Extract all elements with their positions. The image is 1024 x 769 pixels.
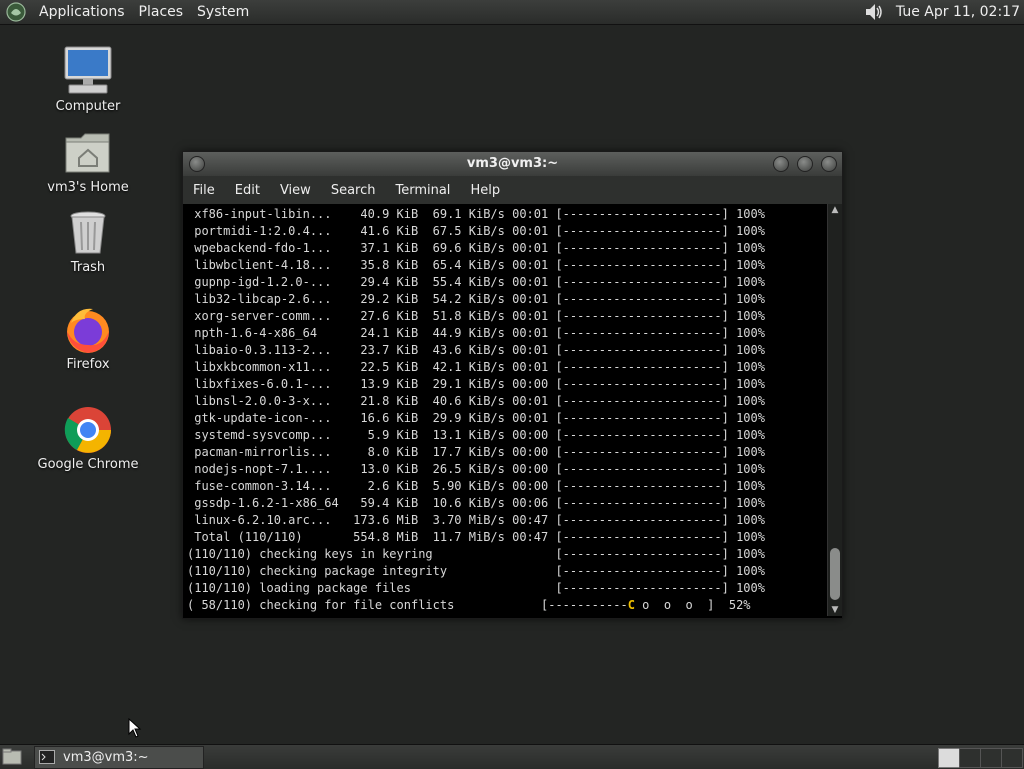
mouse-pointer-icon <box>128 718 142 738</box>
menu-terminal[interactable]: Terminal <box>385 183 460 198</box>
progress-suffix: o o o ] 52% <box>634 598 751 612</box>
bottom-panel: vm3@vm3:~ <box>0 744 1024 769</box>
desktop-icon-label: Firefox <box>66 357 110 372</box>
close-button[interactable] <box>821 156 837 172</box>
progress-prefix: ( 58/110) checking for file conflicts [-… <box>187 598 628 612</box>
terminal-line: gupnp-igd-1.2.0-... 29.4 KiB 55.4 KiB/s … <box>187 275 765 289</box>
distro-logo-icon[interactable] <box>6 2 26 22</box>
terminal-line: libxkbcommon-x11... 22.5 KiB 42.1 KiB/s … <box>187 360 765 374</box>
terminal-line: (110/110) checking keys in keyring [----… <box>187 547 765 561</box>
home-folder-icon <box>65 133 110 173</box>
terminal-line: portmidi-1:2.0.4... 41.6 KiB 67.5 KiB/s … <box>187 224 765 238</box>
menu-edit[interactable]: Edit <box>225 183 270 198</box>
clock[interactable]: Tue Apr 11, 02:17 <box>888 4 1024 20</box>
menu-help[interactable]: Help <box>460 183 510 198</box>
terminal-line: npth-1.6-4-x86_64 24.1 KiB 44.9 KiB/s 00… <box>187 326 765 340</box>
scroll-up-icon[interactable]: ▲ <box>828 204 842 216</box>
desktop-icon-chrome[interactable]: Google Chrome <box>28 405 148 472</box>
window-title: vm3@vm3:~ <box>466 156 559 171</box>
terminal-line: libxfixes-6.0.1-... 13.9 KiB 29.1 KiB/s … <box>187 377 765 391</box>
volume-icon[interactable] <box>862 1 884 23</box>
desktop-icon-trash[interactable]: Trash <box>28 208 148 275</box>
minimize-button[interactable] <box>773 156 789 172</box>
terminal-line: xorg-server-comm... 27.6 KiB 51.8 KiB/s … <box>187 309 765 323</box>
terminal-menubar: File Edit View Search Terminal Help <box>183 176 842 204</box>
system-menu[interactable]: System <box>190 0 256 24</box>
terminal-line: Total (110/110) 554.8 MiB 11.7 MiB/s 00:… <box>187 530 765 544</box>
terminal-line: wpebackend-fdo-1... 37.1 KiB 69.6 KiB/s … <box>187 241 765 255</box>
desktop-icon-label: vm3's Home <box>47 180 129 195</box>
terminal-line: (110/110) checking package integrity [--… <box>187 564 765 578</box>
terminal-line: libaio-0.3.113-2... 23.7 KiB 43.6 KiB/s … <box>187 343 765 357</box>
chrome-icon <box>64 407 111 453</box>
terminal-output[interactable]: xf86-input-libin... 40.9 KiB 69.1 KiB/s … <box>183 204 827 616</box>
terminal-line: xf86-input-libin... 40.9 KiB 69.1 KiB/s … <box>187 207 765 221</box>
terminal-scrollbar[interactable]: ▲ ▼ <box>827 204 842 616</box>
terminal-line: libnsl-2.0.0-3-x... 21.8 KiB 40.6 KiB/s … <box>187 394 765 408</box>
maximize-button[interactable] <box>797 156 813 172</box>
scroll-down-icon[interactable]: ▼ <box>828 604 842 616</box>
menu-search[interactable]: Search <box>321 183 386 198</box>
taskbar-button-label: vm3@vm3:~ <box>63 750 149 765</box>
pacman-progress-icon: C <box>627 598 635 612</box>
computer-icon <box>64 46 112 94</box>
terminal-icon <box>39 750 55 764</box>
scrollbar-thumb[interactable] <box>830 548 840 600</box>
window-menu-button[interactable] <box>189 156 205 172</box>
desktop-icon-home[interactable]: vm3's Home <box>28 128 148 195</box>
terminal-line: pacman-mirrorlis... 8.0 KiB 17.7 KiB/s 0… <box>187 445 765 459</box>
menu-view[interactable]: View <box>270 183 321 198</box>
places-menu[interactable]: Places <box>132 0 191 24</box>
menu-file[interactable]: File <box>183 183 225 198</box>
desktop-icon-firefox[interactable]: Firefox <box>28 305 148 372</box>
taskbar-terminal-button[interactable]: vm3@vm3:~ <box>34 746 204 769</box>
terminal-line: fuse-common-3.14... 2.6 KiB 5.90 KiB/s 0… <box>187 479 765 493</box>
workspace-4[interactable] <box>1001 748 1023 768</box>
terminal-line: libwbclient-4.18... 35.8 KiB 65.4 KiB/s … <box>187 258 765 272</box>
terminal-line: systemd-sysvcomp... 5.9 KiB 13.1 KiB/s 0… <box>187 428 765 442</box>
desktop-icon-label: Trash <box>70 260 106 275</box>
window-titlebar[interactable]: vm3@vm3:~ <box>183 152 842 176</box>
top-panel: Applications Places System Tue Apr 11, 0… <box>0 0 1024 25</box>
desktop-icon-computer[interactable]: Computer <box>28 45 148 114</box>
desktop-icon-label: Computer <box>55 99 121 114</box>
terminal-line: gtk-update-icon-... 16.6 KiB 29.9 KiB/s … <box>187 411 765 425</box>
terminal-line: nodejs-nopt-7.1.... 13.0 KiB 26.5 KiB/s … <box>187 462 765 476</box>
terminal-line: gssdp-1.6.2-1-x86_64 59.4 KiB 10.6 KiB/s… <box>187 496 765 510</box>
terminal-window[interactable]: vm3@vm3:~ File Edit View Search Terminal… <box>182 151 843 619</box>
applications-menu[interactable]: Applications <box>32 0 132 24</box>
terminal-line: lib32-libcap-2.6... 29.2 KiB 54.2 KiB/s … <box>187 292 765 306</box>
firefox-icon <box>67 308 109 353</box>
show-desktop-icon[interactable] <box>2 748 22 766</box>
terminal-progress-line: ( 58/110) checking for file conflicts [-… <box>187 597 751 614</box>
desktop-icon-label: Google Chrome <box>37 457 139 472</box>
terminal-line: (110/110) loading package files [-------… <box>187 581 765 595</box>
terminal-line: linux-6.2.10.arc... 173.6 MiB 3.70 MiB/s… <box>187 513 765 527</box>
trash-icon <box>70 211 106 254</box>
